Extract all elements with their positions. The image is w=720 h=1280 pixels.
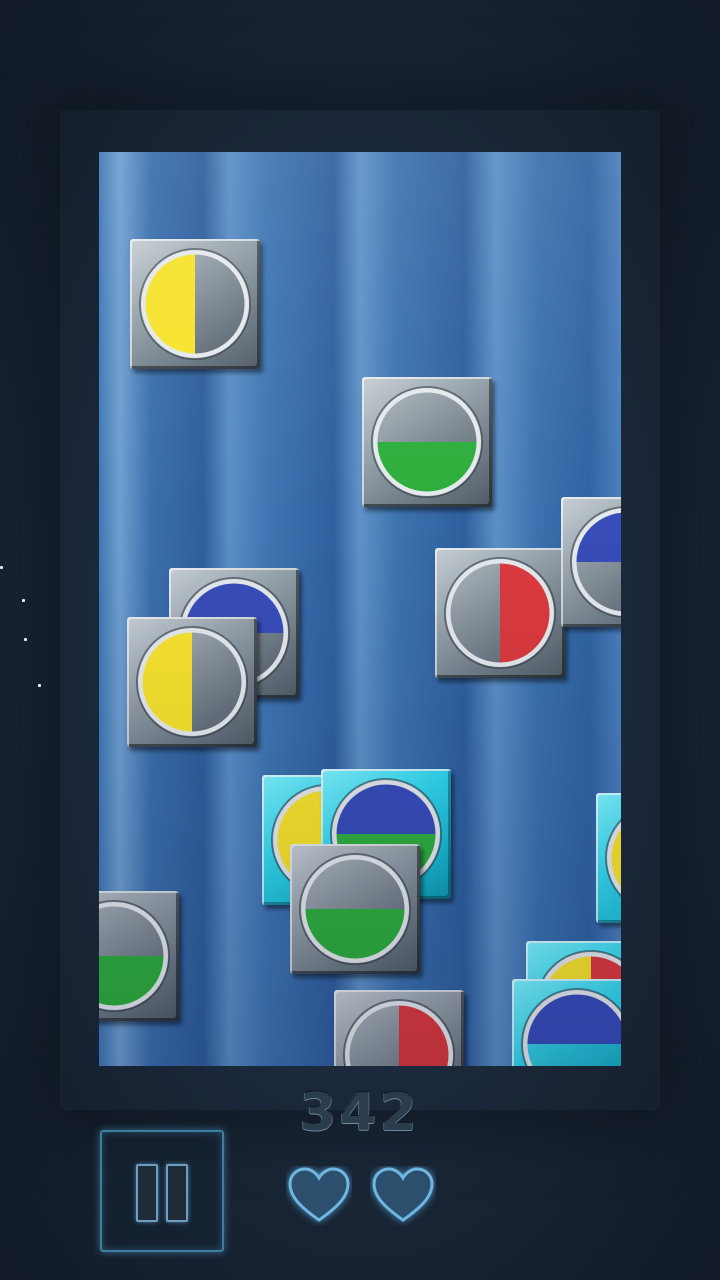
- tile-red-right[interactable]: [435, 548, 565, 678]
- tile-green-bottom[interactable]: [362, 377, 492, 507]
- game-board[interactable]: [99, 152, 621, 1066]
- heart-icon: [288, 1167, 350, 1222]
- heart-icon: [372, 1167, 434, 1222]
- sparkle: [0, 566, 3, 569]
- tile-yellow-left[interactable]: [130, 239, 260, 369]
- sparkle: [38, 684, 41, 687]
- tile-red-right-bottom[interactable]: [334, 990, 464, 1066]
- score-counter: 342: [299, 1083, 421, 1143]
- tile-cyan-yellow-edge[interactable]: [596, 793, 621, 923]
- tile-green-bottom-front[interactable]: [290, 844, 420, 974]
- sparkle: [22, 599, 25, 602]
- tile-green-bottom-left[interactable]: [99, 891, 179, 1021]
- pause-button[interactable]: [100, 1130, 224, 1252]
- tile-cyan-blue-top[interactable]: [512, 979, 621, 1066]
- tile-yellow-left-front[interactable]: [127, 617, 257, 747]
- sparkle: [24, 638, 27, 641]
- tile-blue-top-edge[interactable]: [561, 497, 621, 627]
